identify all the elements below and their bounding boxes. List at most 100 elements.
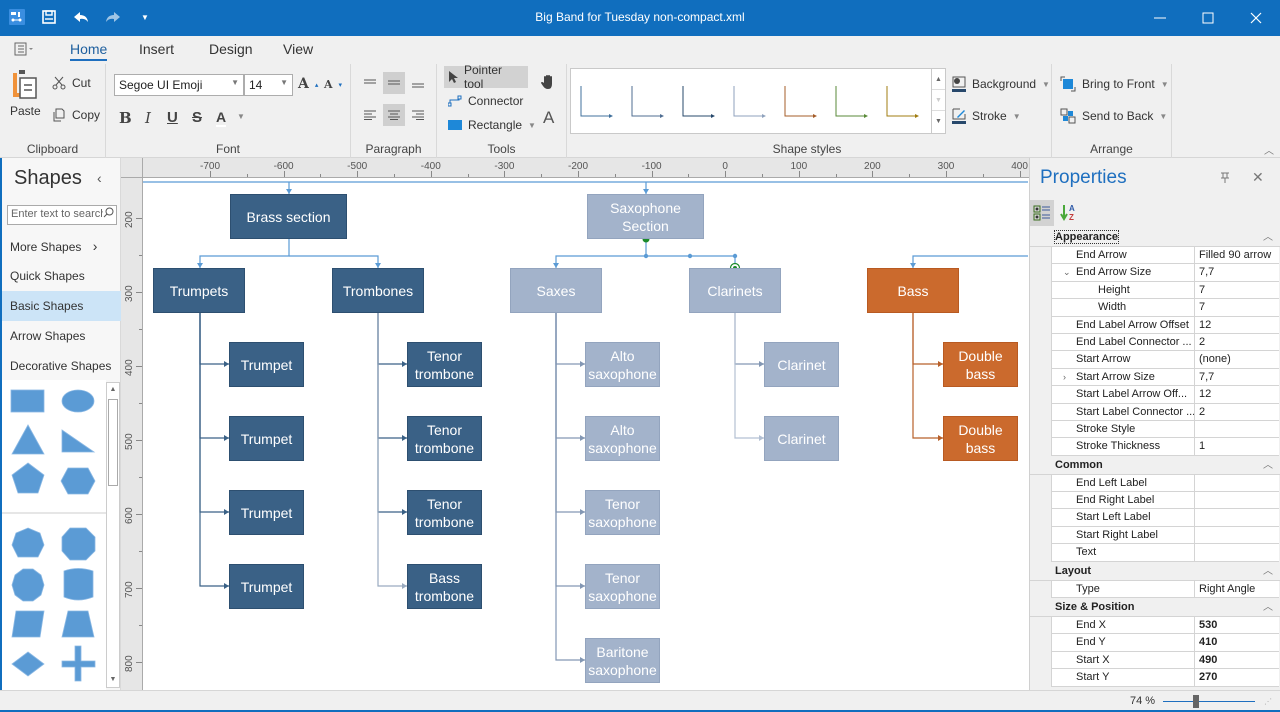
- paste-button[interactable]: Paste: [10, 68, 41, 118]
- property-value[interactable]: 12: [1195, 386, 1279, 404]
- chevron-right-icon[interactable]: ›: [1063, 369, 1066, 386]
- bring-to-front-button[interactable]: Bring to Front ▼: [1060, 76, 1169, 92]
- property-row[interactable]: Start Label Arrow Off... 12: [1030, 386, 1280, 404]
- stroke-button[interactable]: Stroke ▼: [952, 108, 1021, 124]
- property-value[interactable]: 2: [1195, 403, 1279, 421]
- align-middle-button[interactable]: [383, 72, 405, 94]
- collapse-panel-icon[interactable]: ‹: [97, 170, 102, 186]
- shape-style-item-6[interactable]: [832, 77, 876, 127]
- property-value[interactable]: [1195, 420, 1279, 439]
- pin-icon[interactable]: [1220, 172, 1230, 186]
- italic-button[interactable]: I: [145, 109, 151, 127]
- align-center-button[interactable]: [383, 104, 405, 126]
- align-bottom-button[interactable]: [407, 72, 429, 94]
- category-basic-shapes[interactable]: Basic Shapes: [2, 291, 121, 321]
- property-value[interactable]: Right Angle: [1195, 580, 1279, 599]
- property-row[interactable]: End Label Arrow Offset 12: [1030, 316, 1280, 334]
- property-value[interactable]: [1195, 526, 1279, 545]
- property-value[interactable]: [1195, 509, 1279, 527]
- property-value[interactable]: Filled 90 arrow: [1195, 247, 1279, 265]
- close-button[interactable]: [1232, 0, 1280, 36]
- property-category-size-position[interactable]: Size & Position ︿: [1030, 598, 1280, 618]
- shape-style-item-2[interactable]: [628, 77, 672, 127]
- category-more-shapes[interactable]: More Shapes ›: [2, 231, 121, 261]
- property-row[interactable]: ⌄ End Arrow Size 7,7: [1030, 264, 1280, 282]
- underline-button[interactable]: U: [167, 109, 178, 126]
- property-row[interactable]: Text: [1030, 544, 1280, 562]
- property-value[interactable]: 270: [1195, 669, 1279, 687]
- font-family-combo[interactable]: Segoe UI Emoji ▼: [114, 74, 244, 96]
- property-category-common[interactable]: Common ︿: [1030, 456, 1280, 475]
- shape-style-item-1[interactable]: [577, 77, 621, 127]
- property-value[interactable]: 7: [1195, 299, 1279, 317]
- property-value[interactable]: [1195, 492, 1279, 510]
- rectangle-tool-button[interactable]: Rectangle ▼: [444, 114, 540, 136]
- property-value[interactable]: 12: [1195, 316, 1279, 334]
- zoom-slider-thumb[interactable]: [1192, 695, 1199, 708]
- property-value[interactable]: [1195, 544, 1279, 562]
- property-value[interactable]: (none): [1195, 351, 1279, 369]
- alphabetical-sort-button[interactable]: AZ: [1058, 202, 1080, 224]
- align-right-button[interactable]: [407, 104, 429, 126]
- tab-view[interactable]: View: [283, 41, 313, 57]
- tab-insert[interactable]: Insert: [139, 41, 174, 57]
- bold-button[interactable]: B: [119, 109, 132, 127]
- minimize-button[interactable]: [1136, 0, 1184, 36]
- collapse-category-icon[interactable]: ︿: [1263, 562, 1273, 581]
- category-decorative-shapes[interactable]: Decorative Shapes: [2, 351, 121, 381]
- property-value[interactable]: 2: [1195, 333, 1279, 352]
- zoom-slider-track[interactable]: [1163, 701, 1255, 702]
- stencil-scrollbar[interactable]: ▲ ▼: [106, 382, 120, 688]
- shape-style-item-3[interactable]: [679, 77, 723, 127]
- property-category-appearance[interactable]: Appearance ︿: [1030, 228, 1280, 247]
- property-row[interactable]: End Y 410: [1030, 634, 1280, 652]
- property-row[interactable]: Type Right Angle: [1030, 580, 1280, 599]
- connector-tool-button[interactable]: Connector: [444, 90, 527, 112]
- property-value[interactable]: 7,7: [1195, 368, 1279, 387]
- collapse-category-icon[interactable]: ︿: [1263, 598, 1273, 617]
- property-row[interactable]: Start Y 270: [1030, 669, 1280, 687]
- text-tool-button[interactable]: A: [543, 108, 554, 128]
- shape-style-item-4[interactable]: [730, 77, 774, 127]
- property-value[interactable]: [1195, 474, 1279, 493]
- property-category-layout[interactable]: Layout ︿: [1030, 562, 1280, 581]
- gallery-expand[interactable]: ▼: [932, 111, 945, 132]
- background-button[interactable]: Background ▼: [952, 76, 1050, 92]
- align-top-button[interactable]: [359, 72, 381, 94]
- shape-style-item-7[interactable]: [883, 77, 927, 127]
- shrink-font-button[interactable]: A ▾: [324, 78, 342, 91]
- close-icon[interactable]: ✕: [1252, 169, 1264, 186]
- resize-grip-icon[interactable]: ⋰: [1264, 697, 1272, 706]
- scroll-up-icon[interactable]: ▲: [107, 383, 119, 397]
- property-value[interactable]: 1: [1195, 438, 1279, 456]
- property-row[interactable]: Height 7: [1030, 281, 1280, 300]
- font-color-dropdown-icon[interactable]: ▼: [237, 112, 245, 121]
- property-value[interactable]: 530: [1195, 617, 1279, 635]
- strikethrough-button[interactable]: S: [192, 109, 202, 126]
- collapse-category-icon[interactable]: ︿: [1263, 228, 1273, 247]
- diagram-area[interactable]: Brass section Saxophone Section Trumpets Tr…: [143, 178, 1029, 690]
- property-value[interactable]: 490: [1195, 651, 1279, 670]
- property-row[interactable]: Start Label Connector ... 2: [1030, 403, 1280, 421]
- property-row[interactable]: › Start Arrow Size 7,7: [1030, 368, 1280, 387]
- shapes-search-input[interactable]: Enter text to search: [7, 205, 117, 225]
- category-quick-shapes[interactable]: Quick Shapes: [2, 261, 121, 291]
- property-row[interactable]: Stroke Thickness 1: [1030, 438, 1280, 456]
- property-value[interactable]: 410: [1195, 634, 1279, 652]
- property-value[interactable]: 7: [1195, 281, 1279, 300]
- shape-style-item-5[interactable]: [781, 77, 825, 127]
- property-row[interactable]: End Label Connector ... 2: [1030, 333, 1280, 352]
- font-color-button[interactable]: A: [216, 109, 227, 127]
- pan-tool-button[interactable]: [541, 74, 557, 90]
- property-row[interactable]: Start Arrow (none): [1030, 351, 1280, 369]
- property-row[interactable]: Width 7: [1030, 299, 1280, 317]
- font-size-combo[interactable]: 14 ▼: [244, 74, 293, 96]
- gallery-scroll-down[interactable]: ▼: [932, 90, 945, 111]
- categorized-view-button[interactable]: [1030, 200, 1054, 226]
- align-left-button[interactable]: [359, 104, 381, 126]
- property-row[interactable]: Stroke Style: [1030, 420, 1280, 439]
- file-menu-button[interactable]: [14, 42, 38, 58]
- collapse-ribbon-button[interactable]: ︿: [1264, 142, 1274, 157]
- property-row[interactable]: End X 530: [1030, 617, 1280, 635]
- gallery-scroll-up[interactable]: ▲: [932, 69, 945, 90]
